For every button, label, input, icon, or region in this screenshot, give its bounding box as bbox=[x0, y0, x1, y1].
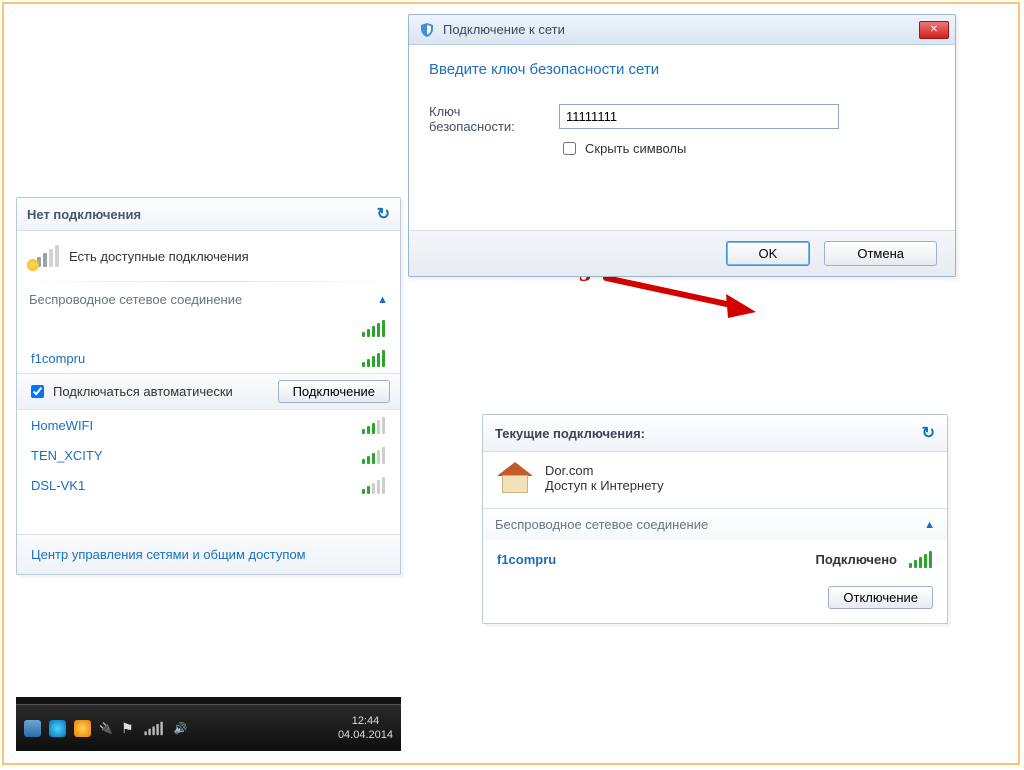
connected-network-row[interactable]: f1compru Подключено bbox=[483, 540, 947, 578]
network-item-homewifi[interactable]: HomeWIFI bbox=[17, 410, 400, 440]
network-center-link[interactable]: Центр управления сетями и общим доступом bbox=[31, 547, 306, 562]
network-item-tenxcity[interactable]: TEN_XCITY bbox=[17, 440, 400, 470]
hide-chars-label: Скрыть символы bbox=[585, 141, 686, 156]
tray-icon[interactable] bbox=[74, 720, 91, 737]
network-name: TEN_XCITY bbox=[31, 448, 103, 463]
network-name: DSL-VK1 bbox=[31, 478, 85, 493]
dark-strip bbox=[16, 697, 401, 704]
home-network-name: Dor.com bbox=[545, 463, 664, 478]
flag-icon[interactable]: ⚑ bbox=[121, 720, 134, 737]
flyout-title: Нет подключения bbox=[27, 207, 141, 222]
close-button[interactable] bbox=[919, 21, 949, 39]
network-item-f1compru[interactable]: f1compru bbox=[17, 343, 400, 373]
auto-connect-checkbox[interactable] bbox=[31, 385, 44, 398]
plug-icon[interactable]: 🔌 bbox=[99, 722, 113, 735]
current-header: Текущие подключения: ↻ bbox=[483, 415, 947, 452]
key-label: Ключ безопасности: bbox=[429, 104, 539, 134]
signal-icon bbox=[362, 319, 386, 337]
network-item-dslvk1[interactable]: DSL-VK1 bbox=[17, 470, 400, 500]
refresh-icon[interactable]: ↻ bbox=[377, 204, 390, 224]
network-name-blur bbox=[31, 321, 49, 336]
connected-state: Подключено bbox=[816, 552, 897, 567]
house-icon bbox=[497, 462, 533, 494]
adapter-section[interactable]: Беспроводное сетевое соединение ▲ bbox=[17, 286, 400, 313]
ok-button[interactable]: OK bbox=[726, 241, 811, 266]
signal-icon bbox=[362, 446, 386, 464]
flyout-header: Нет подключения ↻ bbox=[17, 198, 400, 231]
tray-icon[interactable] bbox=[24, 720, 41, 737]
tutorial-canvas: 1 2 3 Нет подключения ↻ Есть доступные п… bbox=[2, 2, 1020, 765]
speaker-icon[interactable]: 🔊 bbox=[174, 722, 188, 735]
chevron-up-icon[interactable]: ▲ bbox=[924, 519, 935, 531]
security-key-dialog: Подключение к сети Введите ключ безопасн… bbox=[408, 14, 956, 277]
network-name: f1compru bbox=[31, 351, 85, 366]
taskbar-clock[interactable]: 12:44 04.04.2014 bbox=[338, 714, 393, 742]
tray-icon[interactable] bbox=[49, 720, 66, 737]
network-expand-panel: Подключаться автоматически Подключение bbox=[17, 373, 400, 410]
refresh-icon[interactable]: ↻ bbox=[922, 423, 935, 443]
dialog-heading: Введите ключ безопасности сети bbox=[429, 61, 935, 78]
adapter-section-2[interactable]: Беспроводное сетевое соединение ▲ bbox=[483, 508, 947, 540]
signal-alert-icon bbox=[31, 245, 59, 267]
taskbar-date: 04.04.2014 bbox=[338, 728, 393, 742]
adapter-label: Беспроводное сетевое соединение bbox=[29, 292, 242, 307]
chevron-up-icon[interactable]: ▲ bbox=[377, 294, 388, 306]
taskbar-time: 12:44 bbox=[338, 714, 393, 728]
network-center-link-row: Центр управления сетями и общим доступом bbox=[17, 534, 400, 574]
network-name: HomeWIFI bbox=[31, 418, 93, 433]
cancel-button[interactable]: Отмена bbox=[824, 241, 937, 266]
home-network-status: Доступ к Интернету bbox=[545, 478, 664, 493]
adapter-label-2: Беспроводное сетевое соединение bbox=[495, 517, 708, 532]
shield-icon bbox=[419, 22, 435, 38]
connect-button[interactable]: Подключение bbox=[278, 380, 390, 403]
hide-chars-checkbox[interactable] bbox=[563, 142, 576, 155]
home-network-row[interactable]: Dor.com Доступ к Интернету bbox=[483, 452, 947, 508]
signal-icon bbox=[362, 416, 386, 434]
signal-icon bbox=[362, 476, 386, 494]
auto-connect-option[interactable]: Подключаться автоматически bbox=[27, 382, 233, 401]
dialog-titlebar[interactable]: Подключение к сети bbox=[409, 15, 955, 45]
tray-signal-icon[interactable] bbox=[144, 721, 163, 735]
disconnect-button[interactable]: Отключение bbox=[828, 586, 933, 609]
tray-icons: 🔌 ⚑ 🔊 bbox=[24, 719, 187, 737]
available-row: Есть доступные подключения bbox=[17, 237, 400, 277]
window-controls bbox=[919, 21, 949, 39]
auto-connect-label: Подключаться автоматически bbox=[53, 384, 233, 399]
network-flyout: Нет подключения ↻ Есть доступные подключ… bbox=[16, 197, 401, 575]
current-title: Текущие подключения: bbox=[495, 426, 645, 441]
security-key-input[interactable] bbox=[559, 104, 839, 129]
connected-name: f1compru bbox=[497, 552, 556, 567]
signal-icon bbox=[909, 550, 933, 568]
current-connections-flyout: Текущие подключения: ↻ Dor.com Доступ к … bbox=[482, 414, 948, 624]
network-item-hidden[interactable] bbox=[17, 313, 400, 343]
dialog-button-bar: OK Отмена bbox=[409, 230, 955, 276]
dialog-title: Подключение к сети bbox=[443, 22, 565, 37]
taskbar: 🔌 ⚑ 🔊 12:44 04.04.2014 bbox=[16, 704, 401, 751]
available-label: Есть доступные подключения bbox=[69, 249, 249, 264]
signal-icon bbox=[362, 349, 386, 367]
